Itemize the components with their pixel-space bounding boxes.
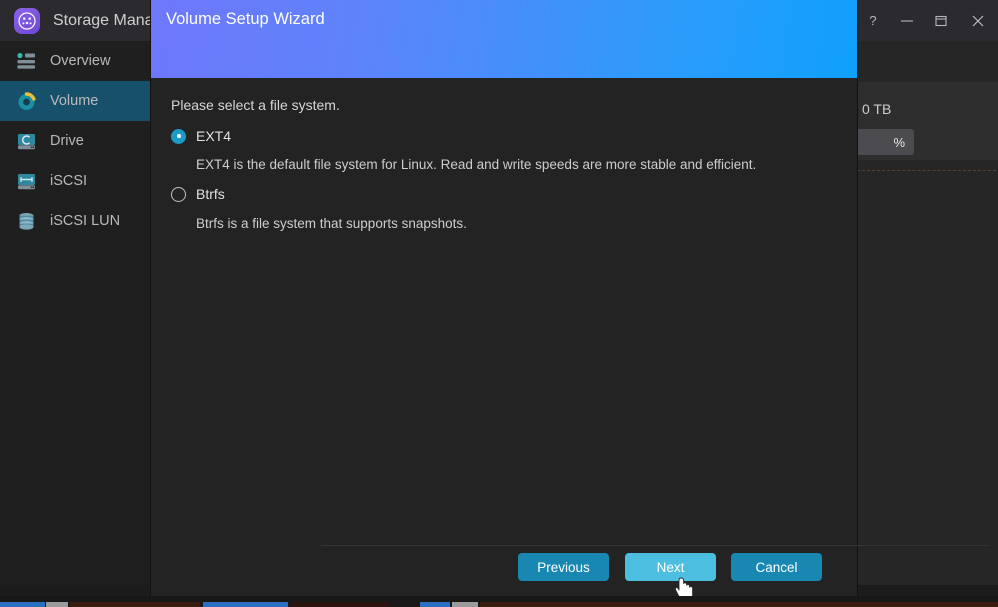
svg-text:?: ? [869,14,876,28]
radio-button-ext4[interactable] [171,128,186,144]
radio-label-btrfs: Btrfs [196,186,225,202]
taskbar-segment[interactable] [480,602,998,607]
sidebar-item-label: Drive [50,133,84,149]
taskbar-segment[interactable] [70,602,200,607]
minimize-icon[interactable] [890,0,924,41]
radio-label-ext4: EXT4 [196,128,232,144]
sidebar-item-iscsi[interactable]: iSCSI [0,161,151,201]
sidebar-item-overview[interactable]: Overview [0,41,151,81]
taskbar-segment[interactable] [46,602,68,607]
sidebar-item-iscsi-lun[interactable]: iSCSI LUN [0,201,151,241]
volume-icon [14,89,38,113]
volume-setup-wizard-dialog: Volume Setup Wizard Please select a file… [151,0,989,596]
sidebar-item-label: iSCSI [50,173,88,189]
sidebar-item-label: Overview [50,53,111,69]
sidebar-item-label: Volume [50,93,99,109]
overview-icon [14,49,38,73]
iscsi-icon [14,169,38,193]
radio-option-ext4[interactable]: EXT4 [171,128,231,144]
sidebar-item-label: iSCSI LUN [50,213,121,229]
taskbar-segment[interactable] [203,602,288,607]
iscsi-lun-icon [14,209,38,233]
next-button[interactable]: Next [625,553,716,581]
sidebar: Overview Volume Drive iSCSI iSCSI LUN [0,41,152,585]
taskbar-segment[interactable] [0,602,45,607]
window-controls: ? [856,0,998,41]
close-icon[interactable] [958,0,998,41]
radio-option-btrfs[interactable]: Btrfs [171,186,225,202]
dialog-footer: Previous Next Cancel [151,545,857,596]
app-title: Storage Manag [53,11,163,29]
help-icon[interactable]: ? [856,0,890,41]
taskbar[interactable] [0,596,998,607]
radio-description-ext4: EXT4 is the default file system for Linu… [196,157,757,172]
sidebar-item-volume[interactable]: Volume [0,81,151,121]
radio-button-btrfs[interactable] [171,186,186,202]
taskbar-segment[interactable] [420,602,450,607]
storage-manager-logo-icon [14,7,40,34]
volume-summary-card: 0 TB % [852,82,998,160]
previous-button[interactable]: Previous [518,553,609,581]
sidebar-item-drive[interactable]: Drive [0,121,151,161]
drive-icon [14,129,38,153]
volume-size-text: 0 TB [862,101,892,117]
content-divider [852,170,998,171]
instruction-text: Please select a file system. [171,97,340,113]
dialog-title: Volume Setup Wizard [166,10,325,28]
maximize-icon[interactable] [924,0,958,41]
radio-description-btrfs: Btrfs is a file system that supports sna… [196,216,467,231]
screen: Storage Manag ? Overview Volume Drive iS… [0,0,998,607]
volume-usage-badge: % [852,129,914,155]
dialog-body: Please select a file system. EXT4 EXT4 i… [151,78,857,545]
taskbar-segment[interactable] [452,602,478,607]
dialog-header: Volume Setup Wizard [151,0,857,78]
cancel-button[interactable]: Cancel [731,553,822,581]
taskbar-segment[interactable] [290,602,390,607]
